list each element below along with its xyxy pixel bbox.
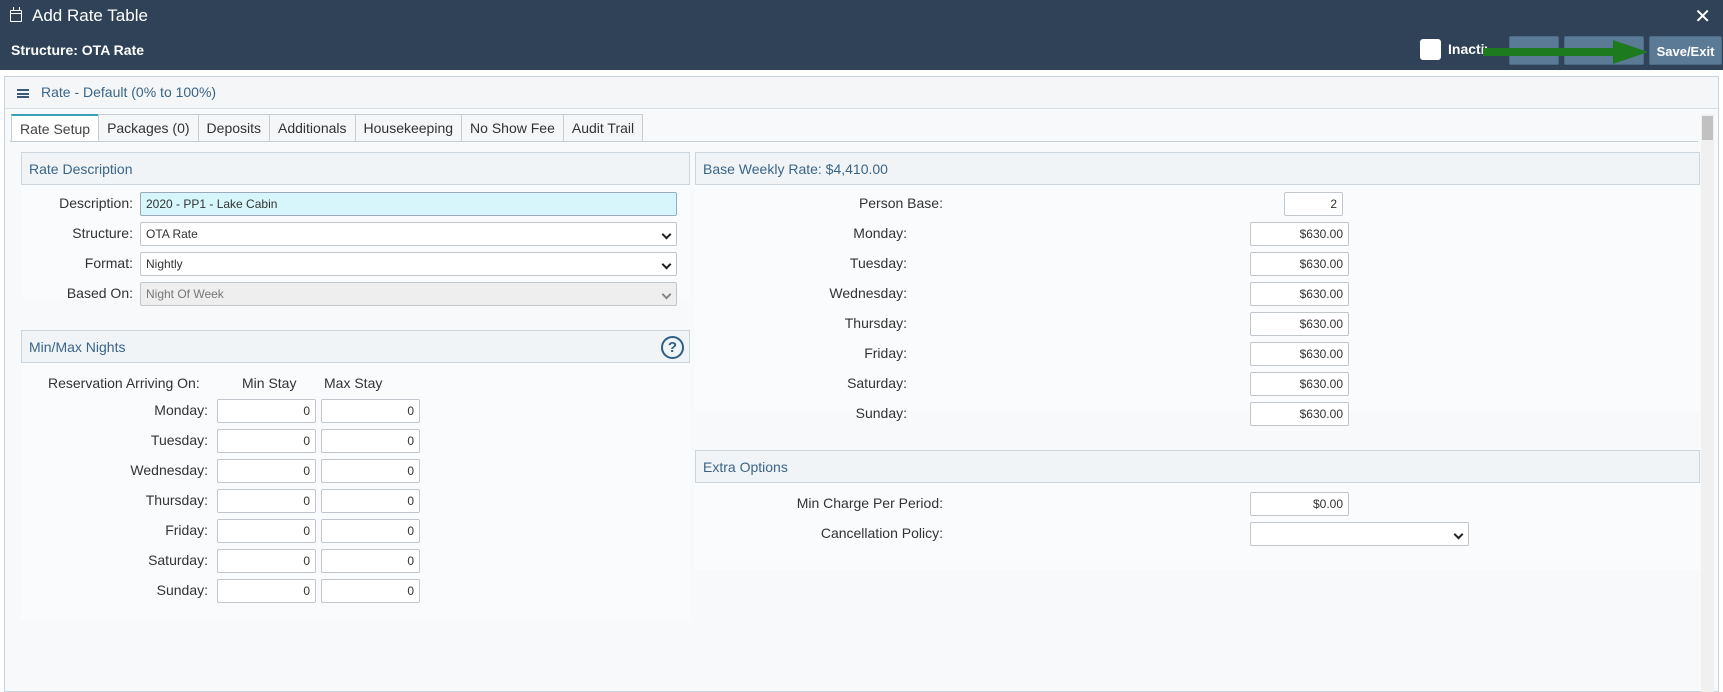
max-stay-input[interactable]: 0 (321, 429, 420, 453)
structure-label: Structure: (72, 225, 133, 241)
extra-options-header: Extra Options (695, 450, 1700, 483)
rate-day-label: Friday: (864, 345, 907, 361)
minmax-day-label: Thursday: (145, 492, 208, 508)
rate-day-label: Tuesday: (849, 255, 907, 271)
tab-bar: Rate Setup Packages (0) Deposits Additio… (11, 114, 644, 142)
arriving-on-label: Reservation Arriving On: (48, 375, 200, 391)
rate-day-label: Wednesday: (829, 285, 907, 301)
description-input[interactable]: 2020 - PP1 - Lake Cabin (140, 192, 677, 216)
vertical-scrollbar[interactable] (1701, 114, 1714, 692)
min-stay-input[interactable]: 0 (217, 579, 316, 603)
tab-deposits[interactable]: Deposits (197, 114, 271, 141)
min-max-title: Min/Max Nights (29, 339, 126, 355)
day-rate-input[interactable]: $630.00 (1250, 252, 1349, 276)
scrollbar-thumb[interactable] (1702, 116, 1713, 140)
help-icon[interactable]: ? (661, 336, 684, 359)
max-stay-input[interactable]: 0 (321, 519, 420, 543)
minmax-day-label: Sunday: (156, 582, 208, 598)
format-label: Format: (84, 255, 133, 271)
minmax-day-label: Monday: (154, 402, 208, 418)
day-rate-input[interactable]: $630.00 (1250, 312, 1349, 336)
day-rate-input[interactable]: $630.00 (1250, 282, 1349, 306)
rate-day-label: Monday: (853, 225, 907, 241)
min-stay-input[interactable]: 0 (217, 519, 316, 543)
dialog-titlebar: Add Rate Table ✕ Structure: OTA Rate Ina… (0, 0, 1723, 70)
tab-additionals[interactable]: Additionals (269, 114, 356, 141)
inactive-checkbox[interactable] (1420, 38, 1441, 60)
based-on-select: Night Of Week (140, 282, 677, 306)
min-max-nights-section: Min/Max Nights ? Reservation Arriving On… (21, 330, 690, 620)
pointer-arrow-icon (1483, 40, 1648, 64)
min-charge-label: Min Charge Per Period: (796, 495, 943, 511)
tab-rate-setup[interactable]: Rate Setup (11, 114, 100, 142)
minmax-day-label: Friday: (165, 522, 208, 538)
rate-description-title: Rate Description (29, 161, 133, 177)
based-on-label: Based On: (66, 285, 133, 301)
max-stay-input[interactable]: 0 (321, 459, 420, 483)
day-rate-input[interactable]: $630.00 (1250, 372, 1349, 396)
dialog-title: Add Rate Table (32, 6, 148, 25)
chevron-down-icon (1453, 529, 1464, 540)
minmax-day-label: Tuesday: (150, 432, 208, 448)
day-rate-input[interactable]: $630.00 (1250, 342, 1349, 366)
person-base-input[interactable]: 2 (1284, 192, 1343, 216)
extra-options-title: Extra Options (703, 459, 788, 475)
chevron-down-icon (661, 229, 672, 240)
tab-audit-trail[interactable]: Audit Trail (562, 114, 644, 141)
inactive-toggle[interactable]: Inactive (1420, 38, 1490, 60)
rate-description-section: Rate Description Description: 2020 - PP1… (21, 152, 690, 306)
description-label: Description: (59, 195, 133, 211)
min-max-header: Min/Max Nights ? (21, 330, 690, 363)
max-stay-input[interactable]: 0 (321, 489, 420, 513)
base-weekly-header: Base Weekly Rate: $4,410.00 (695, 152, 1700, 185)
calendar-icon (10, 7, 22, 22)
save-exit-button[interactable]: Save/Exit (1649, 36, 1722, 65)
cancellation-policy-label: Cancellation Policy: (820, 525, 943, 541)
min-stay-input[interactable]: 0 (217, 399, 316, 423)
structure-subtitle: Structure: OTA Rate (11, 42, 145, 58)
extra-options-section: Extra Options Min Charge Per Period: $0.… (695, 450, 1700, 570)
close-icon[interactable]: ✕ (1694, 4, 1711, 29)
rate-description-header: Rate Description (21, 152, 690, 185)
tab-underline (10, 141, 1698, 142)
day-rate-input[interactable]: $630.00 (1250, 222, 1349, 246)
min-stay-input[interactable]: 0 (217, 459, 316, 483)
cancellation-policy-select[interactable] (1250, 522, 1469, 546)
panel-header: Rate - Default (0% to 100%) (5, 77, 1718, 109)
structure-select-value: OTA Rate (146, 227, 198, 241)
panel-title: Rate - Default (0% to 100%) (41, 84, 217, 100)
based-on-select-value: Night Of Week (146, 287, 224, 301)
minmax-day-label: Saturday: (148, 552, 208, 568)
tab-no-show-fee[interactable]: No Show Fee (461, 114, 564, 141)
min-stay-input[interactable]: 0 (217, 489, 316, 513)
max-stay-input[interactable]: 0 (321, 579, 420, 603)
rate-day-label: Thursday: (844, 315, 907, 331)
base-weekly-title: Base Weekly Rate: $4,410.00 (703, 161, 888, 177)
minmax-day-label: Wednesday: (130, 462, 208, 478)
day-rate-input[interactable]: $630.00 (1250, 402, 1349, 426)
tab-housekeeping[interactable]: Housekeeping (354, 114, 463, 141)
rate-panel: Rate - Default (0% to 100%) Rate Setup P… (4, 76, 1719, 692)
hamburger-menu-icon[interactable] (17, 89, 29, 98)
min-stay-input[interactable]: 0 (217, 429, 316, 453)
rate-day-label: Sunday: (855, 405, 907, 421)
format-select[interactable]: Nightly (140, 252, 677, 276)
structure-select[interactable]: OTA Rate (140, 222, 677, 246)
min-stay-input[interactable]: 0 (217, 549, 316, 573)
min-stay-header: Min Stay (242, 375, 297, 391)
rate-day-label: Saturday: (847, 375, 907, 391)
max-stay-input[interactable]: 0 (321, 549, 420, 573)
format-select-value: Nightly (146, 257, 183, 271)
person-base-label: Person Base: (858, 195, 943, 211)
chevron-down-icon (661, 289, 672, 300)
tab-packages[interactable]: Packages (0) (98, 114, 199, 141)
base-weekly-rate-section: Base Weekly Rate: $4,410.00 Person Base:… (695, 152, 1700, 426)
min-charge-input[interactable]: $0.00 (1250, 492, 1349, 516)
max-stay-input[interactable]: 0 (321, 399, 420, 423)
chevron-down-icon (661, 259, 672, 270)
max-stay-header: Max Stay (324, 375, 383, 391)
